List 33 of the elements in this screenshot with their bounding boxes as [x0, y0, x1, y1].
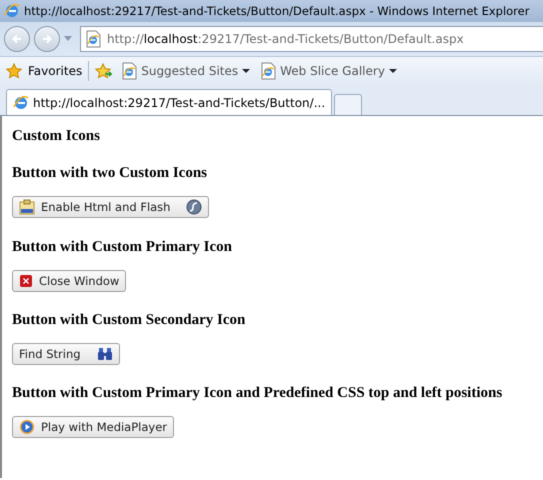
forward-arrow-icon	[41, 33, 53, 45]
address-field[interactable]: http://localhost:29217/Test-and-Tickets/Button/Default.aspx	[80, 26, 543, 52]
page-title: Custom Icons	[12, 128, 101, 145]
section-heading: Button with Custom Primary Icon	[12, 239, 233, 256]
section-heading: Button with Custom Secondary Icon	[12, 312, 246, 329]
favorites-label[interactable]: Favorites	[28, 64, 82, 78]
html-file-icon	[19, 199, 35, 215]
section-heading: Button with two Custom Icons	[12, 165, 208, 182]
ie-page-icon	[121, 62, 138, 80]
add-favorite-icon[interactable]	[95, 63, 114, 79]
favorites-link[interactable]: Web Slice Gallery	[258, 62, 399, 80]
new-tab-button[interactable]	[334, 94, 362, 115]
favorites-link[interactable]: Suggested Sites	[119, 62, 252, 80]
binoculars-icon	[96, 347, 113, 361]
demo-button[interactable]: Enable Html and Flash	[12, 196, 210, 218]
ie-icon	[13, 94, 29, 110]
window-title: http://localhost:29217/Test-and-Tickets/Button/Default.aspx - Windows Internet Explorer	[24, 4, 530, 18]
ie-page-icon	[85, 30, 101, 48]
forward-button[interactable]	[34, 26, 60, 52]
star-icon	[6, 63, 22, 79]
dropdown-icon[interactable]	[64, 36, 72, 42]
ie-icon	[4, 3, 20, 19]
close-icon	[19, 274, 33, 288]
media-player-icon	[19, 419, 35, 435]
section-heading: Button with Custom Primary Icon and Predefined CSS top and left positions	[12, 385, 504, 402]
ie-page-icon	[260, 62, 276, 80]
demo-button[interactable]: Find String	[12, 343, 120, 365]
flash-icon	[186, 199, 202, 215]
back-arrow-icon	[11, 33, 23, 45]
demo-button[interactable]: Close Window	[12, 270, 126, 292]
back-button[interactable]	[4, 26, 30, 52]
demo-button[interactable]: Play with MediaPlayer	[12, 416, 174, 438]
browser-tab[interactable]: http://localhost:29217/Test-and-Tickets/Button/...	[6, 89, 332, 115]
